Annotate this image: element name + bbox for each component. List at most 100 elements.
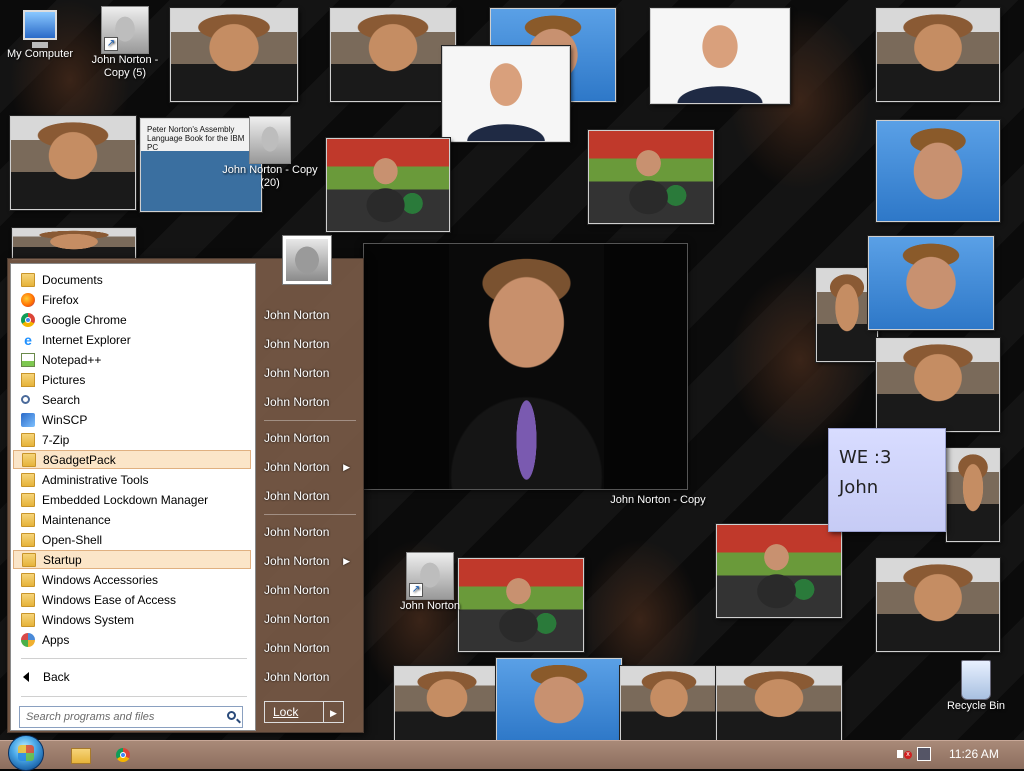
desktop-icon-label: Recycle Bin [946, 700, 1006, 712]
program-item[interactable]: Firefox [13, 290, 251, 309]
program-item[interactable]: 7-Zip [13, 430, 251, 449]
desktop-icon-john-norton[interactable]: ↗ John Norton [392, 552, 468, 613]
computer-icon [23, 10, 57, 40]
desktop-icon-john-norton-copy[interactable]: John Norton - Copy [606, 494, 710, 507]
shortcut-arrow-icon: ↗ [104, 37, 118, 51]
program-item[interactable]: Pictures [13, 370, 251, 389]
program-item[interactable]: Windows Accessories [13, 570, 251, 589]
user-folder-item[interactable]: John Norton [264, 362, 356, 384]
desktop-icon-label: My Computer [6, 48, 74, 60]
user-folder-label: John Norton [264, 489, 330, 503]
program-label: Administrative Tools [42, 472, 149, 487]
winscp-icon [21, 412, 35, 427]
program-item[interactable]: Maintenance [13, 510, 251, 529]
portrait-thumbnail-icon [249, 116, 291, 164]
desktop-icon-john-norton-copy-20[interactable]: John Norton - Copy (20) [220, 116, 320, 190]
program-item[interactable]: Startup [13, 550, 251, 569]
program-item[interactable]: Search [13, 390, 251, 409]
portrait-thumbnail-icon: ↗ [101, 6, 149, 54]
user-folder-item[interactable]: John Norton [264, 304, 356, 326]
taskbar-chrome-button[interactable] [108, 743, 140, 767]
user-folder-label: John Norton [264, 641, 330, 655]
program-label: 8GadgetPack [43, 452, 116, 467]
user-folder-label: John Norton [264, 431, 330, 445]
lock-button[interactable]: Lock [264, 701, 324, 723]
portrait-image [449, 244, 604, 489]
user-folder-item[interactable]: John Norton [264, 485, 356, 507]
program-item[interactable]: 8GadgetPack [13, 450, 251, 469]
apps-icon [21, 632, 35, 647]
folder-icon [71, 748, 91, 764]
chevron-right-icon: ▶ [330, 708, 337, 718]
program-item[interactable]: Windows Ease of Access [13, 590, 251, 609]
submenu-arrow-icon: ▶ [343, 556, 350, 566]
user-folder-item[interactable]: John Norton ▶ [264, 550, 356, 572]
program-item[interactable]: Embedded Lockdown Manager [13, 490, 251, 509]
program-item[interactable]: WinSCP [13, 410, 251, 429]
user-folder-item[interactable]: John Norton [264, 427, 356, 449]
program-item[interactable]: Open-Shell [13, 530, 251, 549]
user-folder-item[interactable]: John Norton [264, 579, 356, 601]
program-item[interactable]: Documents [13, 270, 251, 289]
program-item[interactable]: Notepad++ [13, 350, 251, 369]
program-label: Internet Explorer [42, 332, 131, 347]
notepad-icon [21, 352, 35, 367]
folder-icon [21, 272, 35, 287]
desktop-icon-label: John Norton [400, 600, 460, 612]
start-button[interactable] [8, 735, 44, 771]
program-item[interactable]: e Internet Explorer [13, 330, 251, 349]
photo-tile [12, 228, 136, 260]
program-label: Open-Shell [42, 532, 103, 547]
program-item[interactable]: Apps [13, 630, 251, 649]
search-input[interactable]: Search programs and files [19, 706, 243, 728]
back-button[interactable]: Back [13, 666, 251, 688]
user-folder-item[interactable]: John Norton [264, 521, 356, 543]
program-label: Windows Ease of Access [42, 592, 177, 607]
photo-tile [876, 8, 1000, 102]
program-label: Google Chrome [42, 312, 127, 327]
photo-tile [326, 138, 450, 232]
user-avatar[interactable] [282, 235, 332, 285]
folder-icon [22, 552, 36, 567]
program-label: 7-Zip [42, 432, 70, 447]
desktop-icon-recycle-bin[interactable]: Recycle Bin [940, 660, 1012, 713]
photo-tile [716, 666, 842, 740]
photo-tile [394, 666, 500, 740]
program-label: Windows System [42, 612, 135, 627]
taskbar-explorer-button[interactable] [66, 743, 98, 767]
firefox-icon [21, 292, 35, 307]
speaker-icon [897, 750, 903, 758]
volume-muted-icon[interactable]: x [897, 747, 912, 761]
desktop-icon-my-computer[interactable]: My Computer [0, 10, 80, 61]
photo-tile [946, 448, 1000, 542]
program-item[interactable]: Google Chrome [13, 310, 251, 329]
program-label: Apps [42, 632, 70, 647]
user-folder-label: John Norton [264, 525, 330, 539]
folder-icon [21, 472, 35, 487]
taskbar: x 11:26 AM [0, 735, 1024, 771]
program-item[interactable]: Administrative Tools [13, 470, 251, 489]
network-icon[interactable] [917, 747, 931, 761]
user-folder-item[interactable]: John Norton ▶ [264, 456, 356, 478]
system-tray: x 11:26 AM [889, 741, 1024, 769]
separator [264, 420, 356, 421]
recycle-bin-icon [961, 660, 991, 700]
program-label: Notepad++ [42, 352, 102, 367]
user-folder-item[interactable]: John Norton [264, 391, 356, 413]
program-label: Windows Accessories [42, 572, 159, 587]
program-label: Embedded Lockdown Manager [42, 492, 209, 507]
clock[interactable]: 11:26 AM [949, 747, 999, 761]
search-placeholder: Search programs and files [26, 711, 155, 723]
desktop-icon-label: John Norton - Copy [610, 494, 706, 506]
user-folder-item[interactable]: John Norton [264, 608, 356, 630]
sticky-note[interactable]: WE :3 John [828, 428, 946, 532]
submenu-arrow-icon: ▶ [343, 462, 350, 472]
shutdown-options-button[interactable]: ▶ [324, 701, 344, 723]
desktop-icon-john-norton-copy-5[interactable]: ↗ John Norton - Copy (5) [80, 6, 170, 80]
user-folder-item[interactable]: John Norton [264, 637, 356, 659]
program-item[interactable]: Windows System [13, 610, 251, 629]
program-label: Search [42, 392, 81, 407]
user-folder-item[interactable]: John Norton [264, 666, 356, 688]
user-folder-item[interactable]: John Norton [264, 333, 356, 355]
program-label: Firefox [42, 292, 79, 307]
